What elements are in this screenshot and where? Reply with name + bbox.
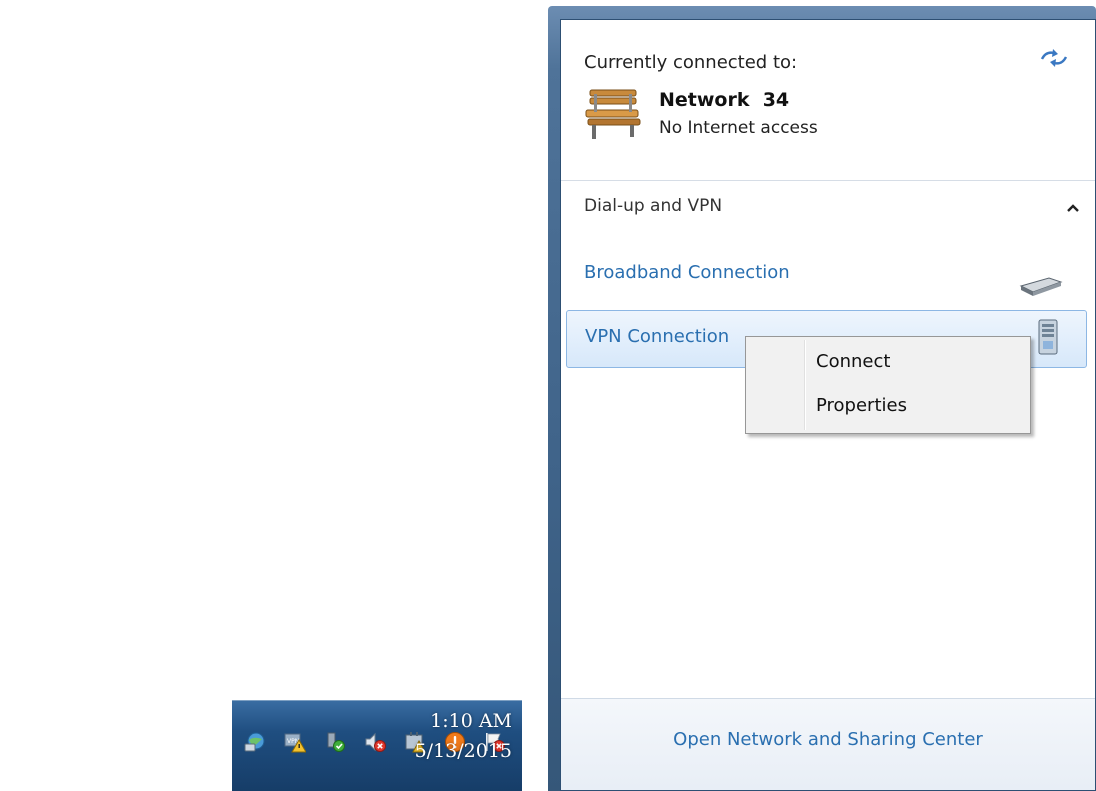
connection-label: VPN Connection [585, 326, 730, 347]
vpn-server-icon [1038, 319, 1058, 355]
clock-date: 5/13/2015 [414, 740, 512, 762]
open-network-sharing-center-link[interactable]: Open Network and Sharing Center [561, 729, 1095, 750]
speaker-muted-icon[interactable] [364, 731, 386, 753]
menu-item-connect[interactable]: Connect [816, 351, 890, 372]
network-status: No Internet access [659, 118, 818, 138]
section-divider [561, 180, 1095, 181]
vpn-warning-icon[interactable]: VPN [284, 731, 306, 753]
network-name: Network 34 [659, 89, 790, 111]
refresh-icon[interactable] [1036, 47, 1074, 69]
current-connection-section: Currently connected to: Network 34 No In… [561, 20, 1095, 180]
clock-time: 1:10 AM [430, 710, 512, 732]
chevron-up-icon[interactable] [1066, 202, 1080, 214]
menu-gutter-highlight [805, 340, 806, 430]
group-header-dialup-vpn: Dial-up and VPN [584, 196, 723, 216]
usb-device-icon[interactable] [324, 731, 346, 753]
connection-label: Broadband Connection [584, 262, 790, 283]
connection-item-broadband[interactable]: Broadband Connection [561, 250, 1087, 302]
network-globe-icon[interactable] [244, 731, 266, 753]
connected-header: Currently connected to: [584, 52, 798, 73]
menu-item-properties[interactable]: Properties [816, 395, 907, 416]
taskbar-notification-area: VPN 1:10 AM 5/13/2015 [232, 700, 522, 791]
context-menu: Connect Properties [745, 336, 1031, 434]
bench-icon [585, 89, 641, 139]
taskbar-clock[interactable]: 1:10 AM 5/13/2015 [415, 706, 512, 766]
flyout-footer: Open Network and Sharing Center [561, 698, 1095, 790]
modem-icon [1019, 277, 1063, 296]
